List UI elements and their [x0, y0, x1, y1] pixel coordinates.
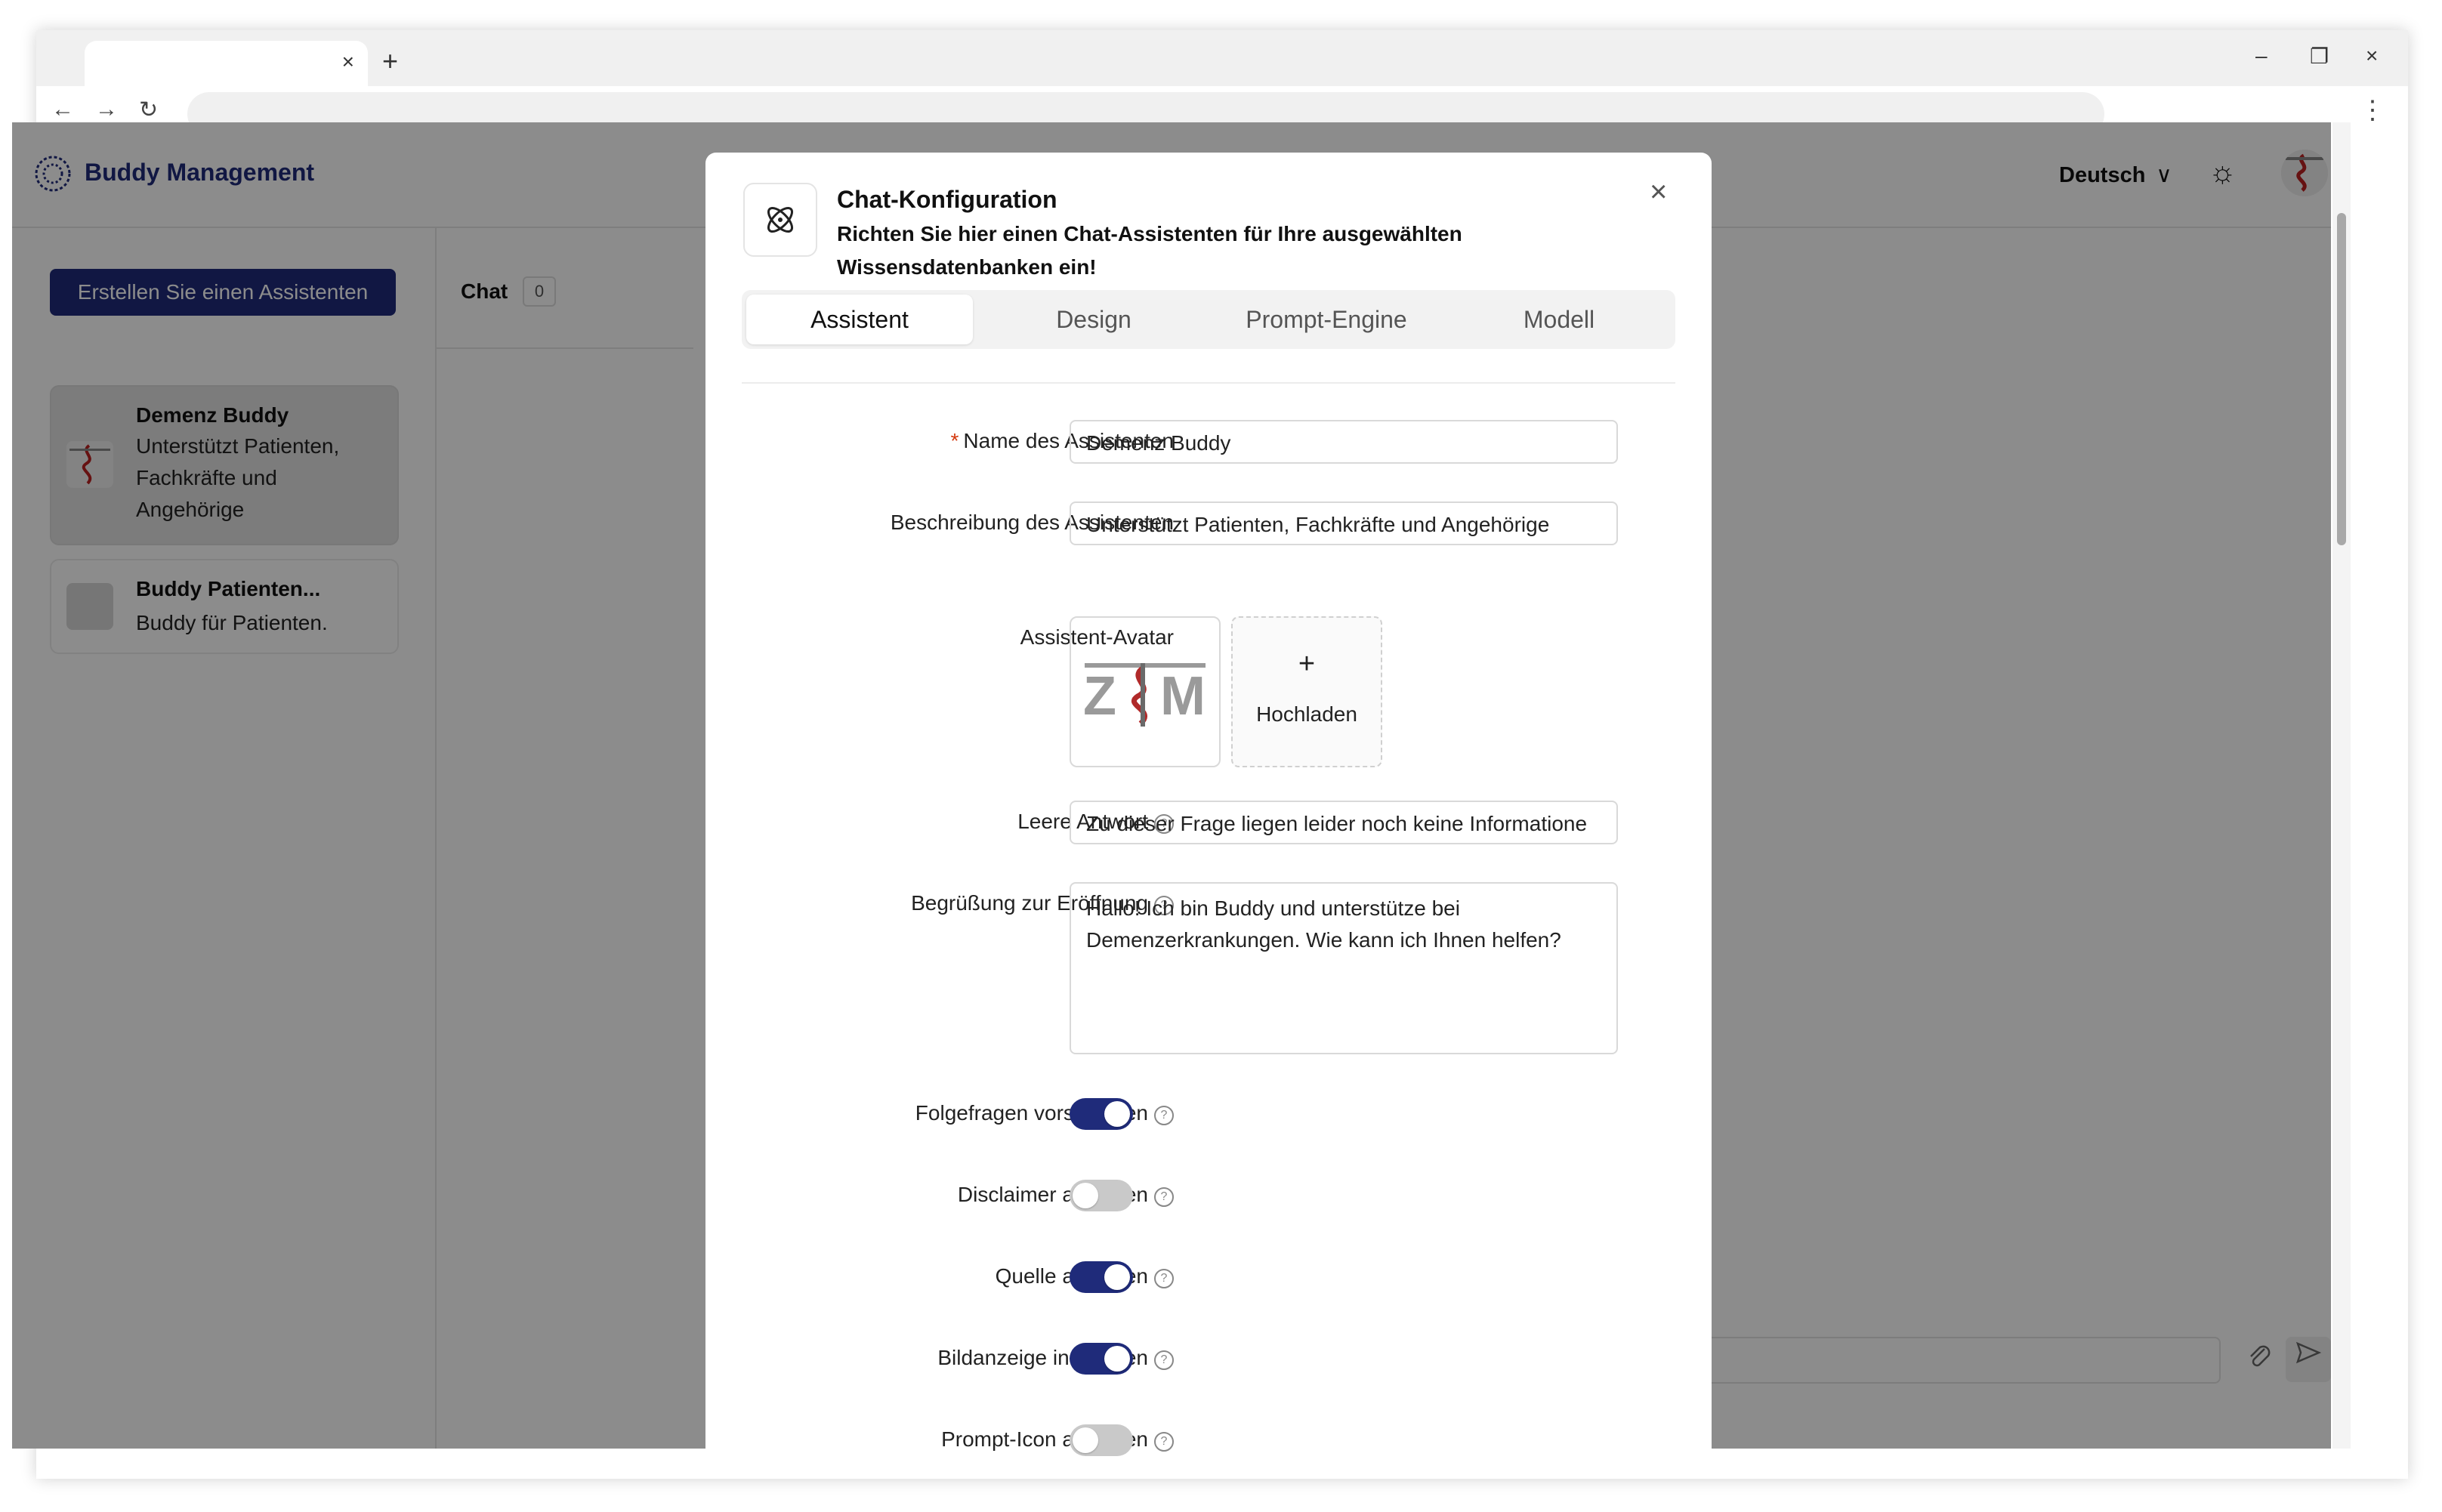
- empty-response-input[interactable]: Zu dieser Frage liegen leider noch keine…: [1070, 801, 1618, 844]
- divider: [742, 382, 1675, 384]
- browser-menu-icon[interactable]: ⋮: [2360, 95, 2385, 125]
- help-icon[interactable]: ?: [1154, 1187, 1174, 1207]
- tab-design[interactable]: Design: [980, 295, 1207, 344]
- disclaimer-toggle[interactable]: [1070, 1180, 1133, 1211]
- help-icon[interactable]: ?: [1154, 1350, 1174, 1370]
- restore-icon[interactable]: ❐: [2310, 44, 2329, 69]
- toggle-knob: [1104, 1101, 1130, 1127]
- close-icon[interactable]: ×: [1650, 175, 1667, 209]
- close-tab-icon[interactable]: ×: [342, 50, 354, 74]
- modal-subtitle: Richten Sie hier einen Chat-Assistenten …: [837, 222, 1462, 279]
- minimize-icon[interactable]: –: [2255, 44, 2268, 68]
- name-input[interactable]: Demenz Buddy: [1070, 420, 1618, 464]
- zsm-logo-icon: Z M: [1083, 663, 1206, 727]
- help-icon[interactable]: ?: [1154, 1432, 1174, 1452]
- reload-icon[interactable]: ↻: [139, 97, 158, 123]
- browser-tab[interactable]: ×: [85, 41, 368, 86]
- toggle-knob: [1104, 1264, 1130, 1290]
- avatar-preview[interactable]: Z M: [1070, 616, 1221, 767]
- plus-icon: +: [1298, 648, 1316, 680]
- upload-button[interactable]: + Hochladen: [1231, 616, 1382, 767]
- svg-text:Z: Z: [1083, 666, 1116, 727]
- upload-label: Hochladen: [1256, 702, 1357, 726]
- forward-icon[interactable]: →: [95, 97, 118, 122]
- modal-tabs: Assistent Design Prompt-Engine Modell: [742, 290, 1675, 349]
- tab-bar: × + – ❐ ×: [36, 30, 2408, 86]
- help-icon[interactable]: ?: [1154, 1269, 1174, 1288]
- description-input[interactable]: Unterstützt Patienten, Fachkräfte und An…: [1070, 501, 1618, 545]
- followup-toggle[interactable]: [1070, 1098, 1133, 1130]
- tab-assistant[interactable]: Assistent: [746, 295, 973, 344]
- back-icon[interactable]: ←: [51, 97, 74, 122]
- image-in-sources-toggle[interactable]: [1070, 1343, 1133, 1375]
- chat-configuration-modal: Chat-Konfiguration Richten Sie hier eine…: [705, 153, 1712, 1479]
- page-scrollbar[interactable]: [2332, 122, 2351, 1449]
- help-icon[interactable]: ?: [1154, 1106, 1174, 1125]
- new-tab-icon[interactable]: +: [382, 45, 398, 77]
- toggle-knob: [1073, 1183, 1098, 1208]
- atom-icon: [767, 206, 794, 233]
- greeting-textarea[interactable]: Hallo! Ich bin Buddy und unterstütze bei…: [1070, 882, 1618, 1054]
- tab-prompt-engine[interactable]: Prompt-Engine: [1213, 295, 1440, 344]
- scrollbar-thumb[interactable]: [2337, 213, 2346, 545]
- svg-text:M: M: [1160, 666, 1206, 727]
- toggle-knob: [1073, 1427, 1098, 1453]
- modal-title: Chat-Konfiguration: [837, 186, 1057, 213]
- source-toggle[interactable]: [1070, 1261, 1133, 1293]
- prompt-icon-toggle[interactable]: [1070, 1424, 1133, 1456]
- toggle-knob: [1104, 1346, 1130, 1372]
- required-mark: *: [950, 429, 959, 452]
- close-window-icon[interactable]: ×: [2366, 44, 2378, 68]
- tab-model[interactable]: Modell: [1446, 295, 1672, 344]
- modal-icon: [743, 183, 817, 257]
